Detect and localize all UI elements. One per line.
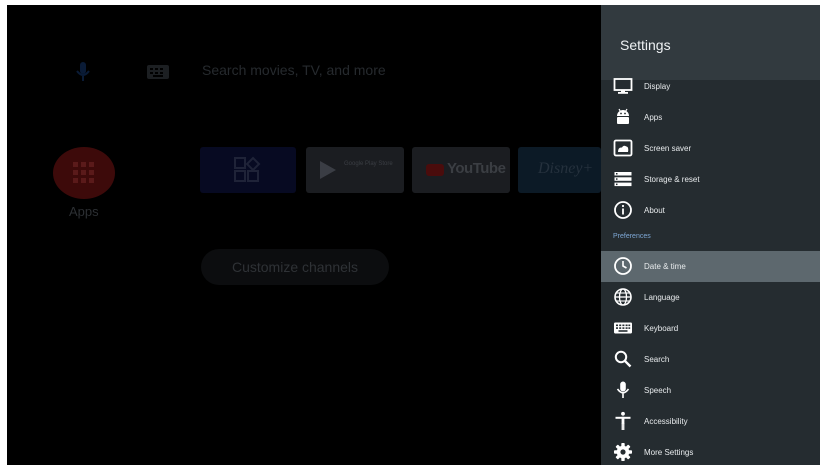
menu-item-accessibility[interactable]: Accessibility: [601, 406, 820, 437]
youtube-label: YouTube: [447, 160, 506, 177]
menu-item-label: More Settings: [644, 448, 694, 457]
apps-grid-icon: [73, 162, 94, 183]
menu-item-apps[interactable]: Apps: [601, 102, 820, 133]
menu-item-label: Display: [644, 82, 671, 91]
storage-icon: [614, 172, 632, 187]
menu-item-date-time[interactable]: Date & time: [601, 251, 820, 282]
settings-panel: Settings Display Apps Screen saver Stora…: [601, 5, 820, 465]
menu-item-screen-saver[interactable]: Screen saver: [601, 133, 820, 164]
menu-item-more-settings[interactable]: More Settings: [601, 437, 820, 465]
menu-item-speech[interactable]: Speech: [601, 375, 820, 406]
apps-button[interactable]: [53, 147, 115, 199]
menu-item-search[interactable]: Search: [601, 344, 820, 375]
menu-item-label: Storage & reset: [644, 175, 700, 184]
menu-item-display[interactable]: Display: [601, 71, 820, 102]
menu-item-label: About: [644, 206, 665, 215]
search-bar[interactable]: Search movies, TV, and more: [202, 62, 386, 78]
settings-title: Settings: [620, 37, 671, 53]
app-tile-disney[interactable]: Disney+: [518, 147, 601, 193]
search-icon: [614, 350, 632, 368]
screensaver-icon: [613, 139, 633, 157]
menu-item-label: Apps: [644, 113, 663, 122]
keyboard-icon: [614, 322, 632, 334]
home-launcher: Search movies, TV, and more Apps Google …: [7, 5, 601, 465]
settings-header: Settings: [601, 5, 820, 80]
menu-item-label: Accessibility: [644, 417, 688, 426]
menu-item-language[interactable]: Language: [601, 282, 820, 313]
keyboard-search-icon[interactable]: [147, 65, 169, 79]
menu-item-label: Screen saver: [644, 144, 692, 153]
info-icon: [614, 201, 632, 219]
menu-item-label: Keyboard: [644, 324, 679, 333]
menu-item-storage-reset[interactable]: Storage & reset: [601, 164, 820, 195]
menu-item-keyboard[interactable]: Keyboard: [601, 313, 820, 344]
accessibility-icon: [615, 411, 631, 430]
menu-item-label: Speech: [644, 386, 672, 395]
add-app-icon: [234, 156, 261, 182]
tv-screen: Search movies, TV, and more Apps Google …: [7, 5, 820, 465]
menu-item-label: Search: [644, 355, 670, 364]
voice-search-icon[interactable]: [75, 61, 91, 83]
android-icon: [617, 108, 629, 124]
app-tile-youtube[interactable]: YouTube: [412, 147, 510, 193]
disney-label: Disney+: [538, 160, 594, 177]
app-tile-google-play[interactable]: Google Play Store: [306, 147, 404, 193]
clock-icon: [614, 257, 632, 275]
app-tile-add[interactable]: [200, 147, 296, 193]
monitor-icon: [613, 78, 633, 94]
globe-icon: [614, 288, 632, 306]
customize-channels-button[interactable]: Customize channels: [201, 249, 389, 285]
youtube-play-icon: [426, 164, 444, 176]
section-header-preferences: Preferences: [613, 233, 651, 240]
menu-item-label: Date & time: [644, 262, 686, 271]
google-play-icon: [320, 161, 336, 179]
google-play-label: Google Play Store: [344, 161, 393, 167]
apps-label: Apps: [69, 204, 99, 219]
microphone-icon: [616, 381, 630, 398]
menu-item-label: Language: [644, 293, 680, 302]
menu-item-about[interactable]: About: [601, 195, 820, 226]
gear-icon: [614, 443, 632, 461]
